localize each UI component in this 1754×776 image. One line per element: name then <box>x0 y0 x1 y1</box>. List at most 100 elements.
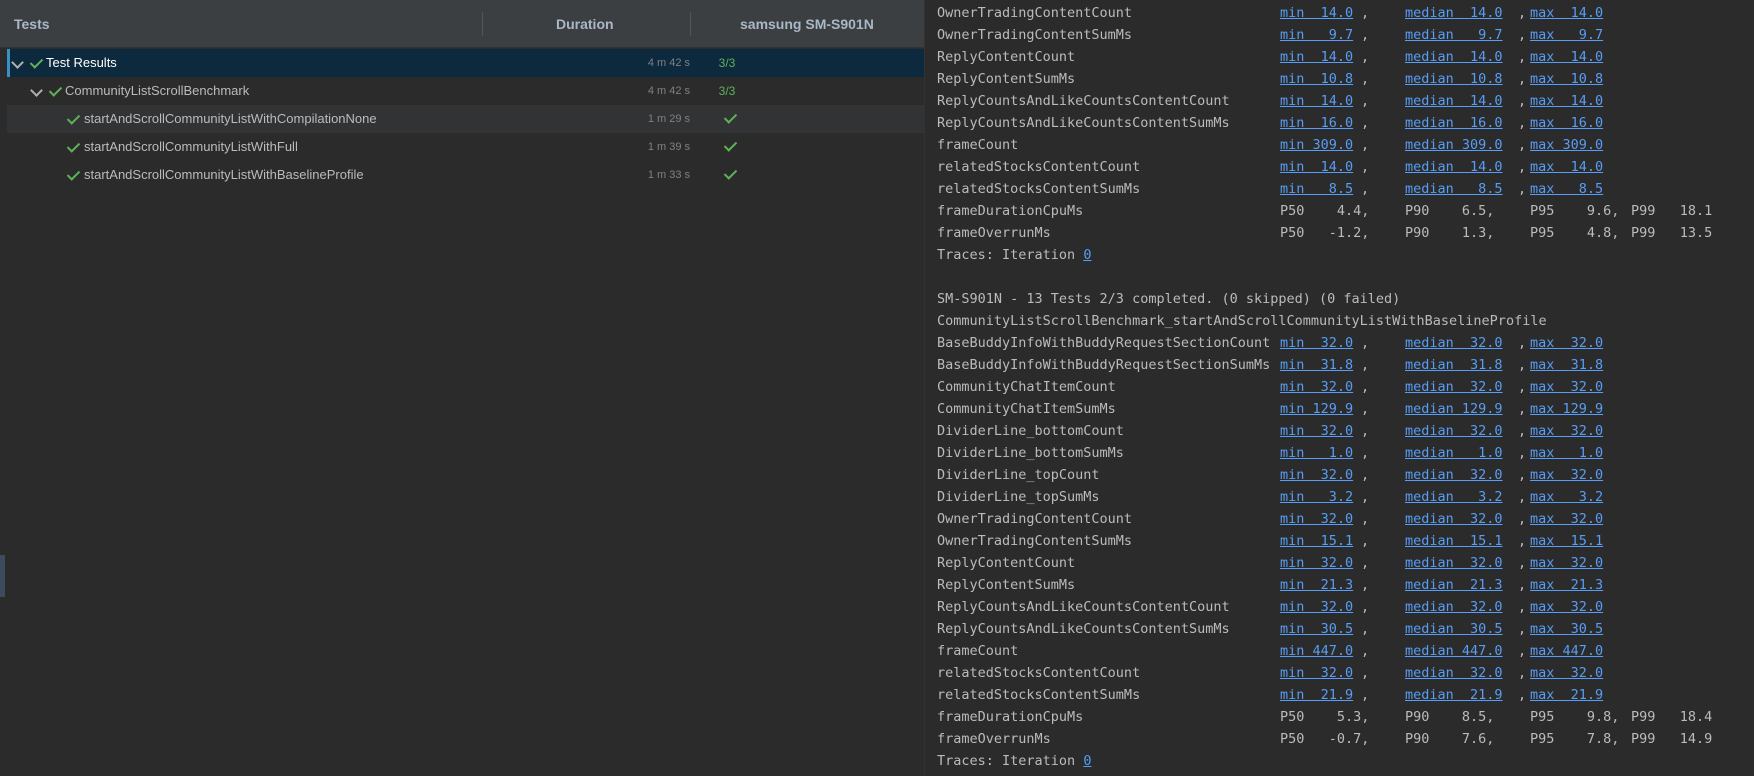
min-link[interactable]: min 32.0 <box>1280 662 1353 684</box>
trace-iteration-link[interactable]: 0 <box>1083 753 1091 769</box>
min-link[interactable]: min 1.0 <box>1280 442 1353 464</box>
tree-row-test[interactable]: startAndScrollCommunityListWithCompilati… <box>7 105 924 133</box>
max-link[interactable]: max 32.0 <box>1530 420 1603 442</box>
min-link[interactable]: min 447.0 <box>1280 640 1353 662</box>
tree-row-test[interactable]: startAndScrollCommunityListWithFull 1 m … <box>7 133 924 161</box>
tests-column-header[interactable]: Tests <box>14 0 50 48</box>
min-link[interactable]: min 32.0 <box>1280 420 1353 442</box>
median-link[interactable]: median 32.0 <box>1405 508 1503 530</box>
max-link[interactable]: max 14.0 <box>1530 156 1603 178</box>
max-link[interactable]: max 32.0 <box>1530 552 1603 574</box>
median-link[interactable]: median 32.0 <box>1405 464 1503 486</box>
median-link[interactable]: median 9.7 <box>1405 24 1503 46</box>
metric-line: DividerLine_bottomCount min 32.0 median 32… <box>937 420 1603 442</box>
median-link[interactable]: median 32.0 <box>1405 332 1503 354</box>
comma-separator: , <box>1361 5 1370 21</box>
median-link[interactable]: median 14.0 <box>1405 90 1503 112</box>
min-link[interactable]: min 3.2 <box>1280 486 1353 508</box>
median-link[interactable]: median 447.0 <box>1405 640 1503 662</box>
max-link[interactable]: max 14.0 <box>1530 2 1603 24</box>
min-link[interactable]: min 32.0 <box>1280 376 1353 398</box>
max-link[interactable]: max 15.1 <box>1530 530 1603 552</box>
column-separator[interactable] <box>482 12 483 36</box>
min-link[interactable]: min 14.0 <box>1280 2 1353 24</box>
comma-separator: , <box>1361 401 1370 417</box>
median-link[interactable]: median 32.0 <box>1405 376 1503 398</box>
median-link[interactable]: median 32.0 <box>1405 420 1503 442</box>
min-link[interactable]: min 21.3 <box>1280 574 1353 596</box>
median-link[interactable]: median 32.0 <box>1405 596 1503 618</box>
max-link[interactable]: max 32.0 <box>1530 596 1603 618</box>
min-link[interactable]: min 31.8 <box>1280 354 1353 376</box>
max-link[interactable]: max 21.3 <box>1530 574 1603 596</box>
min-link[interactable]: min 32.0 <box>1280 552 1353 574</box>
max-link[interactable]: max 31.8 <box>1530 354 1603 376</box>
tree-row-test-results[interactable]: Test Results 4 m 42 s 3/3 <box>7 49 924 77</box>
median-link[interactable]: median 3.2 <box>1405 486 1503 508</box>
min-link[interactable]: min 32.0 <box>1280 508 1353 530</box>
min-link[interactable]: min 14.0 <box>1280 46 1353 68</box>
median-link[interactable]: median 10.8 <box>1405 68 1503 90</box>
min-link[interactable]: min 32.0 <box>1280 464 1353 486</box>
median-link[interactable]: median 309.0 <box>1405 134 1503 156</box>
duration-column-header[interactable]: Duration <box>556 0 614 48</box>
min-link[interactable]: min 14.0 <box>1280 156 1353 178</box>
tree-row-benchmark-class[interactable]: CommunityListScrollBenchmark 4 m 42 s 3/… <box>7 77 924 105</box>
max-link[interactable]: max 30.5 <box>1530 618 1603 640</box>
max-link[interactable]: max 8.5 <box>1530 178 1603 200</box>
min-link[interactable]: min 10.8 <box>1280 68 1353 90</box>
median-link[interactable]: median 16.0 <box>1405 112 1503 134</box>
min-link[interactable]: min 129.9 <box>1280 398 1353 420</box>
device-column-header[interactable]: samsung SM-S901N <box>740 0 874 48</box>
trace-iteration-link[interactable]: 0 <box>1083 247 1091 263</box>
min-link[interactable]: min 309.0 <box>1280 134 1353 156</box>
max-link[interactable]: max 32.0 <box>1530 662 1603 684</box>
max-link[interactable]: max 1.0 <box>1530 442 1603 464</box>
min-link[interactable]: min 14.0 <box>1280 90 1353 112</box>
metric-line: BaseBuddyInfoWithBuddyRequestSectionSumM… <box>937 354 1603 376</box>
median-link[interactable]: median 31.8 <box>1405 354 1503 376</box>
p50-value: P50 -0.7, <box>1280 731 1370 747</box>
max-link[interactable]: max 447.0 <box>1530 640 1603 662</box>
tree-row-test[interactable]: startAndScrollCommunityListWithBaselineP… <box>7 161 924 189</box>
median-link[interactable]: median 30.5 <box>1405 618 1503 640</box>
percentile-line: frameDurationCpuMs P50 5.3, P90 8.5, P95 9.… <box>937 706 1712 728</box>
max-link[interactable]: max 14.0 <box>1530 46 1603 68</box>
max-link[interactable]: max 32.0 <box>1530 508 1603 530</box>
chevron-down-icon[interactable] <box>11 56 24 69</box>
median-link[interactable]: median 14.0 <box>1405 156 1503 178</box>
metric-line: DividerLine_bottomSumMs min 1.0 median 1.0… <box>937 442 1603 464</box>
max-link[interactable]: max 14.0 <box>1530 90 1603 112</box>
median-link[interactable]: median 129.9 <box>1405 398 1503 420</box>
max-link[interactable]: max 16.0 <box>1530 112 1603 134</box>
min-link[interactable]: min 16.0 <box>1280 112 1353 134</box>
column-separator[interactable] <box>690 12 691 36</box>
median-link[interactable]: median 8.5 <box>1405 178 1503 200</box>
max-link[interactable]: max 10.8 <box>1530 68 1603 90</box>
min-link[interactable]: min 32.0 <box>1280 332 1353 354</box>
median-link[interactable]: median 21.3 <box>1405 574 1503 596</box>
median-link[interactable]: median 32.0 <box>1405 552 1503 574</box>
median-link[interactable]: median 14.0 <box>1405 46 1503 68</box>
comma-separator: , <box>1361 577 1370 593</box>
min-link[interactable]: min 21.9 <box>1280 684 1353 706</box>
min-link[interactable]: min 8.5 <box>1280 178 1353 200</box>
max-link[interactable]: max 21.9 <box>1530 684 1603 706</box>
min-link[interactable]: min 9.7 <box>1280 24 1353 46</box>
median-link[interactable]: median 21.9 <box>1405 684 1503 706</box>
max-link[interactable]: max 9.7 <box>1530 24 1603 46</box>
max-link[interactable]: max 32.0 <box>1530 464 1603 486</box>
max-link[interactable]: max 3.2 <box>1530 486 1603 508</box>
median-link[interactable]: median 1.0 <box>1405 442 1503 464</box>
min-link[interactable]: min 32.0 <box>1280 596 1353 618</box>
max-link[interactable]: max 32.0 <box>1530 332 1603 354</box>
min-link[interactable]: min 15.1 <box>1280 530 1353 552</box>
max-link[interactable]: max 32.0 <box>1530 376 1603 398</box>
median-link[interactable]: median 14.0 <box>1405 2 1503 24</box>
min-link[interactable]: min 30.5 <box>1280 618 1353 640</box>
max-link[interactable]: max 129.9 <box>1530 398 1603 420</box>
median-link[interactable]: median 15.1 <box>1405 530 1503 552</box>
median-link[interactable]: median 32.0 <box>1405 662 1503 684</box>
max-link[interactable]: max 309.0 <box>1530 134 1603 156</box>
chevron-down-icon[interactable] <box>30 84 43 97</box>
